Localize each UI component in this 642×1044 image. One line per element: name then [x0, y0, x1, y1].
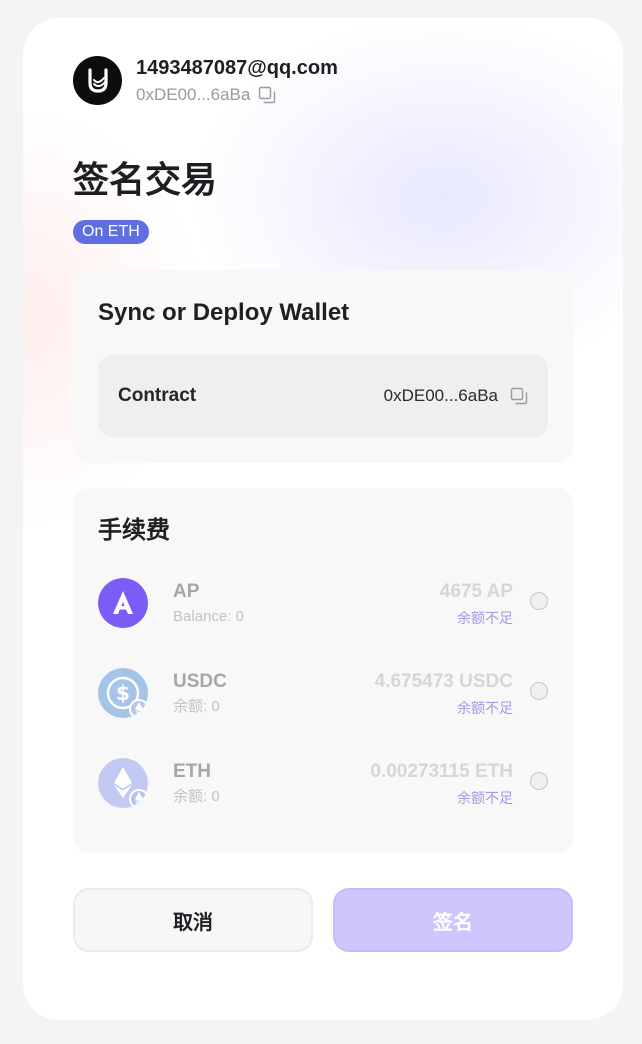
sign-button[interactable]: 签名: [333, 888, 573, 952]
copy-contract-icon[interactable]: [510, 387, 528, 405]
contract-label: Contract: [118, 385, 197, 406]
contract-row: Contract 0xDE00...6aBa: [98, 355, 548, 437]
chain-badge: On ETH: [73, 220, 149, 244]
token-name: AP: [173, 581, 200, 602]
deploy-wallet-title: Sync or Deploy Wallet: [98, 299, 350, 326]
contract-address: 0xDE00...6aBa: [383, 386, 498, 405]
wallet-logo-icon: [87, 67, 108, 93]
insufficient-balance-status: 余额不足: [457, 610, 513, 626]
contract-value-row: 0xDE00...6aBa: [384, 384, 528, 408]
fee-option-eth[interactable]: ETH 余额: 0 0.00273115 ETH 余额不足: [98, 758, 548, 810]
account-address: 0xDE00...6aBa: [136, 85, 251, 104]
eth-token-icon: [98, 758, 148, 808]
deploy-wallet-panel: Sync or Deploy Wallet Contract 0xDE00...…: [73, 270, 573, 463]
token-name: ETH: [173, 761, 211, 782]
token-name: USDC: [173, 671, 227, 692]
account-avatar: [73, 56, 122, 105]
account-header: 1493487087@qq.com 0xDE00...6aBa: [73, 56, 573, 108]
page-title: 签名交易: [73, 159, 218, 200]
sign-transaction-card: 1493487087@qq.com 0xDE00...6aBa 签名交易 On …: [23, 18, 623, 1020]
token-balance: 余额: 0: [173, 698, 220, 715]
insufficient-balance-status: 余额不足: [457, 790, 513, 806]
copy-address-icon[interactable]: [258, 86, 276, 104]
fee-panel: 手续费 AP Balance: 0 4675 AP 余额不足 $ USDC 余额…: [73, 488, 573, 853]
fee-amount: 0.00273115 ETH: [370, 761, 513, 782]
token-balance: Balance: 0: [173, 608, 244, 625]
insufficient-balance-status: 余额不足: [457, 700, 513, 716]
token-balance: 余额: 0: [173, 788, 220, 805]
usdc-token-icon: $: [98, 668, 148, 718]
ap-token-icon: [98, 578, 148, 628]
fee-option-usdc[interactable]: $ USDC 余额: 0 4.675473 USDC 余额不足: [98, 668, 548, 720]
fee-option-radio[interactable]: [530, 772, 548, 790]
fee-option-radio[interactable]: [530, 592, 548, 610]
fee-amount: 4675 AP: [439, 581, 513, 602]
fee-option-ap[interactable]: AP Balance: 0 4675 AP 余额不足: [98, 578, 548, 630]
fee-option-radio[interactable]: [530, 682, 548, 700]
account-address-row: 0xDE00...6aBa: [136, 84, 276, 106]
fee-title: 手续费: [98, 517, 170, 544]
svg-text:$: $: [116, 681, 130, 705]
fee-amount: 4.675473 USDC: [374, 671, 513, 692]
account-email: 1493487087@qq.com: [136, 57, 338, 79]
cancel-button[interactable]: 取消: [73, 888, 313, 952]
